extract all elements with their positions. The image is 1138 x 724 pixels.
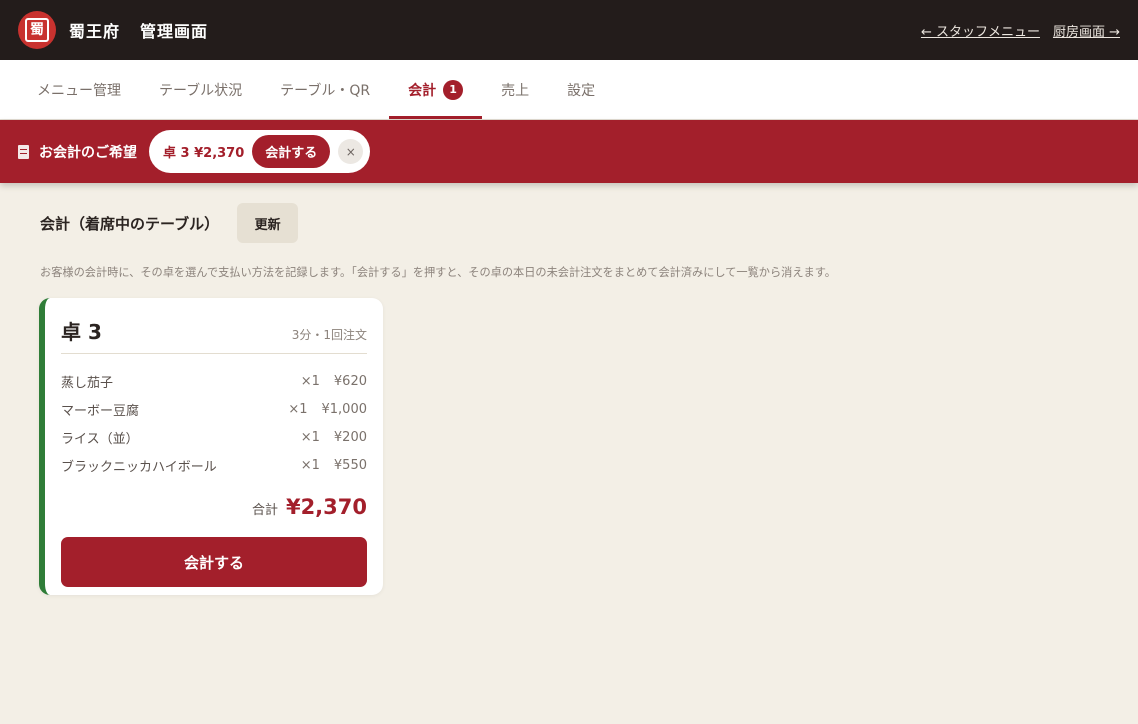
tab-label: 設定 (567, 82, 596, 99)
item-name: ライス（並） (61, 431, 139, 447)
tab-table-qr[interactable]: テーブル・QR (261, 60, 389, 119)
brand-logo: 蜀 (18, 11, 56, 49)
request-summary: 卓 3 ¥2,370 (163, 146, 245, 161)
header-links: ← スタッフメニュー 厨房画面 → (921, 21, 1120, 40)
staff-menu-link[interactable]: ← スタッフメニュー (921, 21, 1040, 40)
total-label: 合計 (251, 503, 278, 518)
item-price: ¥550 (333, 457, 367, 473)
tab-sales[interactable]: 売上 (482, 60, 548, 119)
list-item: マーボー豆腐 ×1 ¥1,000 (61, 395, 367, 423)
item-price: ¥1,000 (321, 401, 368, 417)
top-bar: 蜀 蜀王府 管理画面 ← スタッフメニュー 厨房画面 → (0, 0, 1138, 60)
card-header: 卓 3 3分・1回注文 (61, 298, 367, 354)
table-meta: 3分・1回注文 (291, 328, 367, 342)
tab-label: 会計 (408, 82, 437, 99)
tab-table-status[interactable]: テーブル状況 (140, 60, 261, 119)
close-icon[interactable]: × (338, 139, 364, 164)
seal-icon: 蜀 (25, 18, 49, 42)
checkout-request-banner: お会計のご希望 卓 3 ¥2,370 会計する × (0, 120, 1138, 183)
item-qty: ×1 (300, 373, 320, 389)
tab-label: テーブル状況 (159, 82, 243, 99)
item-name: ブラックニッカハイボール (61, 459, 217, 475)
item-name: マーボー豆腐 (61, 403, 140, 419)
count-badge: 1 (443, 79, 464, 100)
tab-bar: メニュー管理 テーブル状況 テーブル・QR 会計 1 売上 設定 (0, 60, 1138, 120)
tab-menu-management[interactable]: メニュー管理 (18, 60, 140, 119)
item-name: 蒸し茄子 (61, 375, 114, 391)
item-qty: ×1 (300, 429, 320, 445)
tab-settings[interactable]: 設定 (548, 60, 614, 119)
order-items: 蒸し茄子 ×1 ¥620 マーボー豆腐 ×1 ¥1,000 ライス（並） ×1 ¥20… (61, 354, 367, 479)
item-price: ¥620 (333, 373, 367, 389)
total-row: 合計 ¥2,370 (61, 495, 367, 523)
tab-label: テーブル・QR (280, 82, 371, 99)
list-item: ライス（並） ×1 ¥200 (61, 423, 367, 451)
section-header: 会計（着席中のテーブル） 更新 (40, 203, 299, 243)
item-amount: ×1 ¥550 (301, 458, 367, 473)
item-amount: ×1 ¥620 (301, 374, 367, 389)
request-checkout-button[interactable]: 会計する (252, 135, 331, 168)
refresh-button[interactable]: 更新 (237, 203, 299, 243)
item-qty: ×1 (288, 401, 308, 417)
tab-label: メニュー管理 (37, 82, 121, 99)
item-price: ¥200 (333, 429, 367, 445)
item-amount: ×1 ¥200 (301, 430, 367, 445)
table-name: 卓 3 (61, 320, 102, 344)
table-card: 卓 3 3分・1回注文 蒸し茄子 ×1 ¥620 マーボー豆腐 ×1 ¥1,000 … (39, 298, 383, 595)
brand-name: 蜀王府 (69, 22, 121, 41)
kitchen-screen-link[interactable]: 厨房画面 → (1053, 21, 1120, 40)
tab-label: 売上 (501, 82, 530, 99)
help-text: お客様の会計時に、その卓を選んで支払い方法を記録します。「会計する」を押すと、そ… (40, 266, 836, 279)
item-amount: ×1 ¥1,000 (288, 402, 367, 417)
total-value: ¥2,370 (285, 495, 367, 519)
list-item: 蒸し茄子 ×1 ¥620 (61, 367, 367, 395)
page-subtitle: 管理画面 (140, 22, 209, 41)
page-title: 会計（着席中のテーブル） (40, 214, 220, 233)
banner-title: お会計のご希望 (39, 144, 137, 161)
checkout-button[interactable]: 会計する (61, 537, 367, 587)
receipt-icon (18, 144, 29, 159)
tab-checkout[interactable]: 会計 1 (389, 60, 483, 119)
checkout-request-pill: 卓 3 ¥2,370 会計する × (149, 130, 371, 173)
list-item: ブラックニッカハイボール ×1 ¥550 (61, 451, 367, 479)
item-qty: ×1 (300, 457, 320, 473)
